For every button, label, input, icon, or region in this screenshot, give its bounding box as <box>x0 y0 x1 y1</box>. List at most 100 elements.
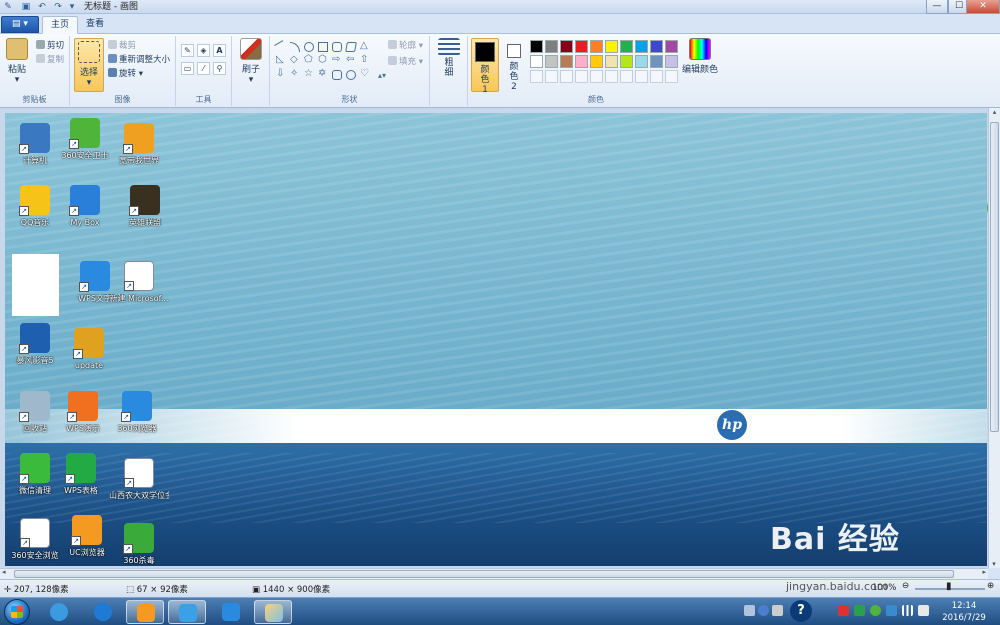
quick-access-dropdown-icon[interactable]: ▾ <box>66 1 78 13</box>
taskbar-uc-browser[interactable] <box>126 600 164 624</box>
palette-swatch[interactable] <box>560 40 573 53</box>
outline-button[interactable]: 轮廓 ▾ <box>388 40 423 52</box>
crop-button[interactable]: 裁剪 <box>108 40 136 52</box>
callout-oval-shape-icon[interactable] <box>346 70 356 80</box>
curve-shape-icon[interactable] <box>290 42 300 52</box>
palette-swatch[interactable] <box>590 55 603 68</box>
palette-swatch[interactable] <box>605 55 618 68</box>
antivirus-tray-icon[interactable] <box>838 605 849 616</box>
scroll-right-icon[interactable]: ▸ <box>982 568 986 576</box>
desktop-icon[interactable]: ↗ 360安全卫士 <box>55 118 115 161</box>
desktop-icon[interactable]: ↗ UC浏览器 <box>57 515 117 558</box>
tab-view[interactable]: 查看 <box>78 16 112 34</box>
redo-icon[interactable]: ↷ <box>52 1 64 13</box>
desktop-icon[interactable]: ↗ 360安全浏览 <box>5 518 65 561</box>
palette-swatch[interactable] <box>530 40 543 53</box>
heart-shape-icon[interactable]: ♡ <box>360 69 370 80</box>
diamond-shape-icon[interactable]: ◇ <box>290 55 300 66</box>
desktop-icon[interactable]: ↗ 新建 Microsof... <box>109 261 169 304</box>
custom-color-slot[interactable] <box>575 70 588 83</box>
polygon-shape-icon[interactable] <box>345 42 357 52</box>
taskbar-wps[interactable] <box>212 600 250 624</box>
desktop-icon[interactable]: ↗ My Box <box>55 185 115 228</box>
up-arrow-shape-icon[interactable]: ⇧ <box>360 55 370 66</box>
callout-rect-shape-icon[interactable] <box>332 70 342 80</box>
custom-color-slot[interactable] <box>635 70 648 83</box>
edit-colors-button[interactable]: 编辑颜色 <box>680 38 720 75</box>
right-arrow-shape-icon[interactable]: ⇨ <box>332 55 342 66</box>
shield-tray-icon[interactable] <box>854 605 865 616</box>
horizontal-scroll-thumb[interactable] <box>14 570 954 578</box>
cut-button[interactable]: 剪切 <box>36 40 64 52</box>
palette-swatch[interactable] <box>545 55 558 68</box>
line-shape-icon[interactable] <box>274 40 288 54</box>
zoom-in-icon[interactable]: ⊕ <box>987 581 994 591</box>
custom-color-slot[interactable] <box>665 70 678 83</box>
360-tray-icon[interactable] <box>870 605 881 616</box>
palette-swatch[interactable] <box>545 40 558 53</box>
palette-swatch[interactable] <box>575 40 588 53</box>
desktop-icon[interactable]: ↗ update <box>59 328 119 371</box>
custom-color-slot[interactable] <box>650 70 663 83</box>
desktop-icon[interactable]: ↗ WPS演示 <box>53 391 113 434</box>
copy-button[interactable]: 复制 <box>36 54 64 66</box>
magnifier-icon[interactable]: ⚲ <box>213 62 226 75</box>
vertical-scrollbar[interactable]: ▴ ▾ <box>988 108 1000 568</box>
right-triangle-shape-icon[interactable]: ◺ <box>276 55 286 66</box>
color2-button[interactable]: 颜色 2 <box>503 38 525 92</box>
five-point-star-shape-icon[interactable]: ☆ <box>304 69 314 80</box>
tab-home[interactable]: 主页 <box>42 16 79 34</box>
rounded-rectangle-shape-icon[interactable] <box>332 42 342 52</box>
network-signal-icon[interactable] <box>902 605 913 616</box>
desktop-icon[interactable]: ↗ 宽带我世界 <box>109 123 169 166</box>
custom-color-slot[interactable] <box>590 70 603 83</box>
hexagon-shape-icon[interactable]: ⬡ <box>318 55 328 66</box>
zoom-slider-thumb[interactable]: ▮ <box>946 581 952 592</box>
pen-tray-icon[interactable] <box>772 605 783 616</box>
palette-swatch[interactable] <box>650 55 663 68</box>
shapes-scroll-icon[interactable]: ▴▾ <box>378 70 386 82</box>
horizontal-scrollbar[interactable]: ◂ ▸ <box>0 568 988 579</box>
size-button[interactable]: 粗细 <box>436 38 462 78</box>
palette-swatch[interactable] <box>665 40 678 53</box>
help-tray-icon[interactable] <box>758 605 769 616</box>
keyboard-tray-icon[interactable] <box>744 605 755 616</box>
undo-icon[interactable]: ↶ <box>36 1 48 13</box>
oval-shape-icon[interactable] <box>304 42 314 52</box>
minimize-button[interactable]: — <box>926 0 948 14</box>
qq-tray-icon[interactable] <box>886 605 897 616</box>
six-point-star-shape-icon[interactable]: ✡ <box>318 69 328 80</box>
palette-swatch[interactable] <box>560 55 573 68</box>
color-picker-icon[interactable]: ⁄ <box>197 62 210 75</box>
palette-swatch[interactable] <box>665 55 678 68</box>
custom-color-slot[interactable] <box>560 70 573 83</box>
custom-color-slot[interactable] <box>605 70 618 83</box>
desktop-icon[interactable]: ↗ WPS表格 <box>51 453 111 496</box>
desktop-icon[interactable]: ↗ 暴风影音5 <box>5 323 65 366</box>
desktop-icon[interactable]: ↗ 360杀毒 <box>109 523 169 566</box>
palette-swatch[interactable] <box>620 55 633 68</box>
paste-button[interactable]: 粘贴 ▾ <box>4 38 30 85</box>
desktop-icon[interactable]: ↗ 360浏览器 <box>107 391 167 434</box>
zoom-out-icon[interactable]: ⊖ <box>902 581 909 591</box>
palette-swatch[interactable] <box>605 40 618 53</box>
pentagon-shape-icon[interactable]: ⬠ <box>304 55 314 66</box>
palette-swatch[interactable] <box>635 55 648 68</box>
palette-swatch[interactable] <box>530 55 543 68</box>
desktop-icon[interactable]: ↗ 英雄联盟 <box>115 185 175 228</box>
rectangle-shape-icon[interactable] <box>318 42 328 52</box>
down-arrow-shape-icon[interactable]: ⇩ <box>276 69 286 80</box>
eraser-icon[interactable]: ▭ <box>181 62 194 75</box>
palette-swatch[interactable] <box>575 55 588 68</box>
pasted-desktop-image[interactable]: hp ↗ 计算机 ↗ 360安全卫士 ↗ 宽带我世界 ↗ QQ音乐 ↗ My Box ↗ 英雄联盟 ↗ W… <box>5 113 987 566</box>
brushes-button[interactable]: 刷子 ▾ <box>238 38 264 85</box>
canvas-area[interactable]: hp ↗ 计算机 ↗ 360安全卫士 ↗ 宽带我世界 ↗ QQ音乐 ↗ My Box ↗ 英雄联盟 ↗ W… <box>0 108 1000 568</box>
triangle-shape-icon[interactable]: △ <box>360 41 370 52</box>
clock[interactable]: 12:14 2016/7/29 <box>936 600 992 624</box>
palette-swatch[interactable] <box>620 40 633 53</box>
paint-app-icon[interactable]: ✎ <box>2 1 14 13</box>
start-button[interactable] <box>4 599 30 625</box>
taskbar-paint[interactable] <box>254 600 292 624</box>
taskbar-360-browser[interactable] <box>40 600 78 624</box>
palette-swatch[interactable] <box>590 40 603 53</box>
